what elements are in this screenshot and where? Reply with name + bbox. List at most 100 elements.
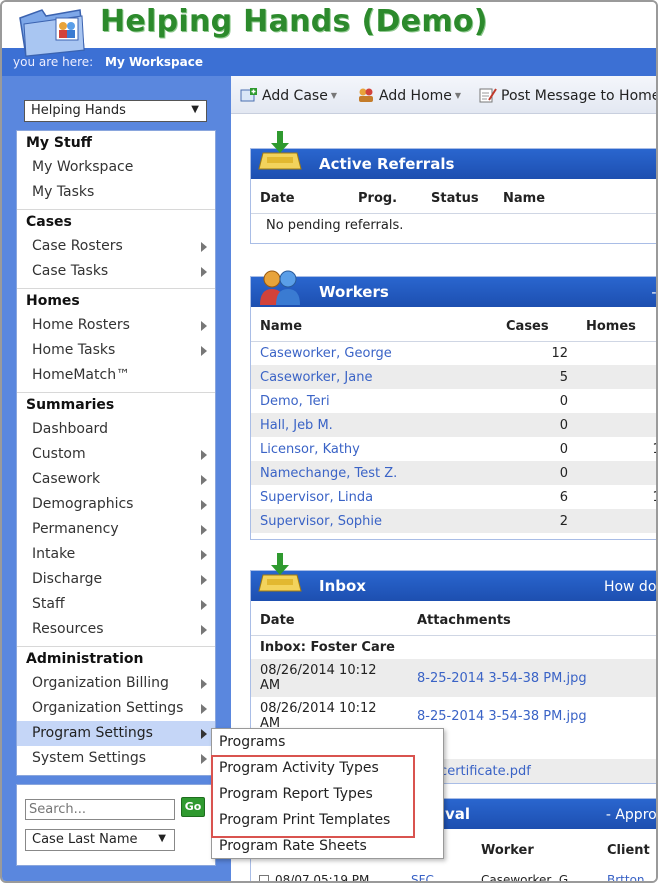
approval-header-link[interactable]: - Approv (606, 807, 656, 823)
submenu-arrow-icon (201, 500, 207, 510)
sidebar-item-system-settings[interactable]: System Settings (17, 746, 215, 771)
breadcrumb: you are here: My Workspace (2, 48, 656, 76)
sidebar-item-case-rosters[interactable]: Case Rosters (17, 234, 215, 259)
add-home-button[interactable]: Add Home ▼ (357, 87, 461, 104)
sidebar-item-home-rosters[interactable]: Home Rosters (17, 313, 215, 338)
worker-name-link[interactable]: Hall, Jeb M. (251, 413, 497, 437)
attachment-link[interactable]: 8-25-2014 3-54-38 PM.jpg (408, 697, 656, 735)
table-header-row: Date Attachments (251, 601, 656, 636)
submenu-arrow-icon (201, 346, 207, 356)
attachment-link[interactable]: birth_certificate.pdf (403, 759, 656, 783)
submenu-arrow-icon (201, 679, 207, 689)
sidebar-item-resources[interactable]: Resources (17, 617, 215, 642)
inbox-header-link[interactable]: How doe (604, 579, 656, 595)
toolbar: Add Case ▼ Add Home ▼ Post Message to Home (231, 76, 658, 114)
search-input[interactable] (25, 799, 175, 820)
column-header[interactable]: Date (251, 601, 408, 636)
sidebar-item-intake[interactable]: Intake (17, 542, 215, 567)
sidebar-item-label: Staff (32, 596, 65, 612)
nav-section-spacer (17, 771, 215, 775)
menu-item-program-activity-types[interactable]: Program Activity Types (219, 760, 379, 776)
add-case-button[interactable]: Add Case ▼ (240, 87, 337, 104)
worker-name-link[interactable]: Caseworker, George (251, 341, 497, 365)
column-header[interactable]: Status (422, 179, 494, 214)
column-header[interactable]: Worker (481, 843, 534, 858)
table-header-row: Name Cases Homes (251, 307, 656, 342)
sidebar-nav: My Stuff My Workspace My Tasks Cases Case Ro… (16, 130, 216, 776)
worker-cases: 5 (497, 365, 577, 389)
table-row: Hall, Jeb M.03 (251, 413, 656, 437)
nav-section: Summaries Dashboard Custom Casework Demograp… (17, 392, 215, 646)
column-header[interactable]: Name (251, 307, 497, 342)
column-header[interactable]: Date (251, 179, 349, 214)
search-field-select[interactable]: Case Last Name ▼ (25, 829, 175, 851)
sidebar-item-discharge[interactable]: Discharge (17, 567, 215, 592)
go-button[interactable]: Go (181, 797, 205, 817)
worker-homes: 15 (577, 485, 656, 509)
chevron-down-icon: ▼ (330, 91, 337, 100)
workers-people-icon (260, 270, 300, 305)
column-header[interactable]: Cases (497, 307, 577, 342)
worker-name-link[interactable]: Namechange, Test Z. (251, 461, 497, 485)
column-header[interactable]: Name (494, 179, 656, 214)
column-header[interactable]: Homes (577, 307, 656, 342)
approval-code-link[interactable]: SFC (411, 873, 434, 881)
breadcrumb-location[interactable]: My Workspace (105, 55, 203, 69)
sidebar-item-homematch[interactable]: HomeMatch™ (17, 363, 215, 388)
workers-header: Workers - I (251, 270, 656, 307)
nav-section: Homes Home Rosters Home Tasks HomeMatch™ (17, 288, 215, 392)
nav-section: My Stuff My Workspace My Tasks (17, 131, 215, 209)
approval-title: val (445, 805, 471, 823)
menu-item-programs[interactable]: Programs (219, 734, 285, 750)
sidebar-item-label: Case Rosters (32, 238, 123, 254)
sidebar-item-case-tasks[interactable]: Case Tasks (17, 259, 215, 284)
referrals-table: Date Prog. Status Name No pending referr… (251, 179, 656, 237)
column-header[interactable]: Prog. (349, 179, 422, 214)
worker-name-link[interactable]: Supervisor, Linda (251, 485, 497, 509)
sidebar-item-label: Dashboard (32, 421, 108, 437)
inbox-group-label: Inbox: Foster Care (251, 635, 656, 659)
nav-section: Cases Case Rosters Case Tasks (17, 209, 215, 288)
worker-cases: 6 (559, 489, 568, 505)
sidebar-item-dashboard[interactable]: Dashboard (17, 417, 215, 442)
organization-select[interactable]: Helping Hands ▼ (24, 100, 207, 122)
sidebar-item-staff[interactable]: Staff (17, 592, 215, 617)
approval-client-link[interactable]: Brtton (607, 873, 645, 881)
menu-item-program-rate-sheets[interactable]: Program Rate Sheets (219, 838, 367, 854)
sidebar-item-label: Discharge (32, 571, 103, 587)
app-header: Helping Hands (Demo) (2, 2, 656, 57)
column-header[interactable]: Client (607, 843, 650, 858)
table-row: Caseworker, Jane54 (251, 365, 656, 389)
sidebar-item-label: Demographics (32, 496, 134, 512)
group-row: Inbox: Foster Care (251, 635, 656, 659)
sidebar-item-casework[interactable]: Casework (17, 467, 215, 492)
sidebar-item-organization-settings[interactable]: Organization Settings (17, 696, 215, 721)
sidebar-item-custom[interactable]: Custom (17, 442, 215, 467)
attachment-link[interactable]: 8-25-2014 3-54-38 PM.jpg (408, 659, 656, 697)
sidebar-item-demographics[interactable]: Demographics (17, 492, 215, 517)
worker-name-link[interactable]: Supervisor, Sophie (251, 509, 497, 533)
sidebar-item-label: Home Tasks (32, 342, 116, 358)
menu-item-program-report-types[interactable]: Program Report Types (219, 786, 373, 802)
sidebar-item-home-tasks[interactable]: Home Tasks (17, 338, 215, 363)
sidebar-item-my-workspace[interactable]: My Workspace (17, 155, 215, 180)
submenu-arrow-icon (201, 754, 207, 764)
row-checkbox[interactable] (259, 875, 269, 881)
column-header[interactable]: Attachments (408, 601, 656, 636)
worker-name-link[interactable]: Licensor, Kathy (251, 437, 497, 461)
worker-name-link[interactable]: Demo, Teri (251, 389, 497, 413)
sidebar-item-label: Case Tasks (32, 263, 109, 279)
worker-name-link[interactable]: Caseworker, Jane (251, 365, 497, 389)
post-message-label: Post Message to Home (501, 88, 658, 104)
sidebar-item-program-settings[interactable]: Program Settings (17, 721, 215, 746)
sidebar-item-my-tasks[interactable]: My Tasks (17, 180, 215, 205)
nav-section: Administration Organization Billing Organi… (17, 646, 215, 775)
sidebar-item-organization-billing[interactable]: Organization Billing (17, 671, 215, 696)
nav-section-header: Homes (26, 293, 80, 309)
workers-header-link[interactable]: - I (651, 285, 656, 301)
post-message-button[interactable]: Post Message to Home (479, 87, 658, 104)
menu-item-program-print-templates[interactable]: Program Print Templates (219, 812, 390, 828)
submenu-arrow-icon (201, 600, 207, 610)
sidebar-item-permanency[interactable]: Permanency (17, 517, 215, 542)
table-row: Licensor, Kathy 0 15 (251, 437, 656, 461)
